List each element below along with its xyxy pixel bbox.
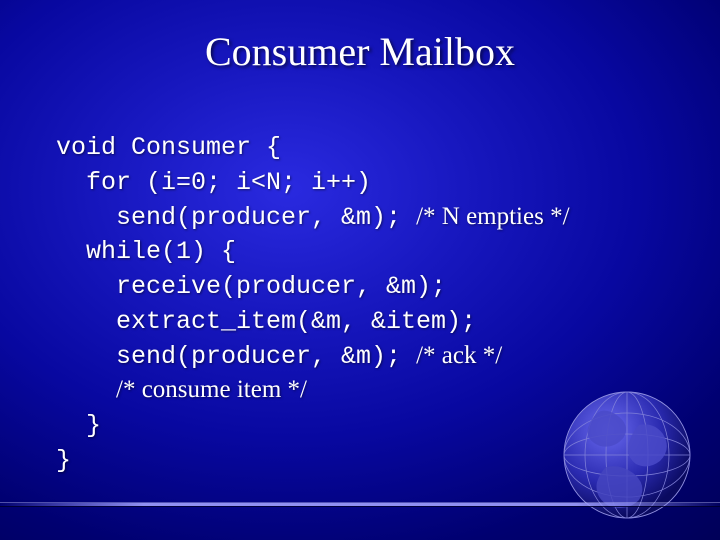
code-line: receive(producer, &m);	[56, 272, 446, 301]
code-line: extract_item(&m, &item);	[56, 307, 476, 336]
code-line	[56, 376, 116, 405]
code-comment: /* consume item */	[116, 376, 307, 403]
code-comment: /* ack */	[416, 342, 502, 369]
code-line: }	[56, 446, 71, 475]
slide-title: Consumer Mailbox	[0, 28, 720, 75]
code-line: for (i=0; i<N; i++)	[56, 168, 371, 197]
footer-divider	[0, 503, 720, 506]
code-line: void Consumer {	[56, 133, 281, 162]
code-line: send(producer, &m);	[56, 342, 416, 371]
code-line: while(1) {	[56, 237, 236, 266]
globe-icon	[552, 380, 702, 530]
slide: Consumer Mailbox void Consumer { for (i=…	[0, 0, 720, 540]
code-line: }	[56, 411, 101, 440]
code-line: send(producer, &m);	[56, 203, 416, 232]
code-comment: /* N empties */	[416, 203, 569, 230]
